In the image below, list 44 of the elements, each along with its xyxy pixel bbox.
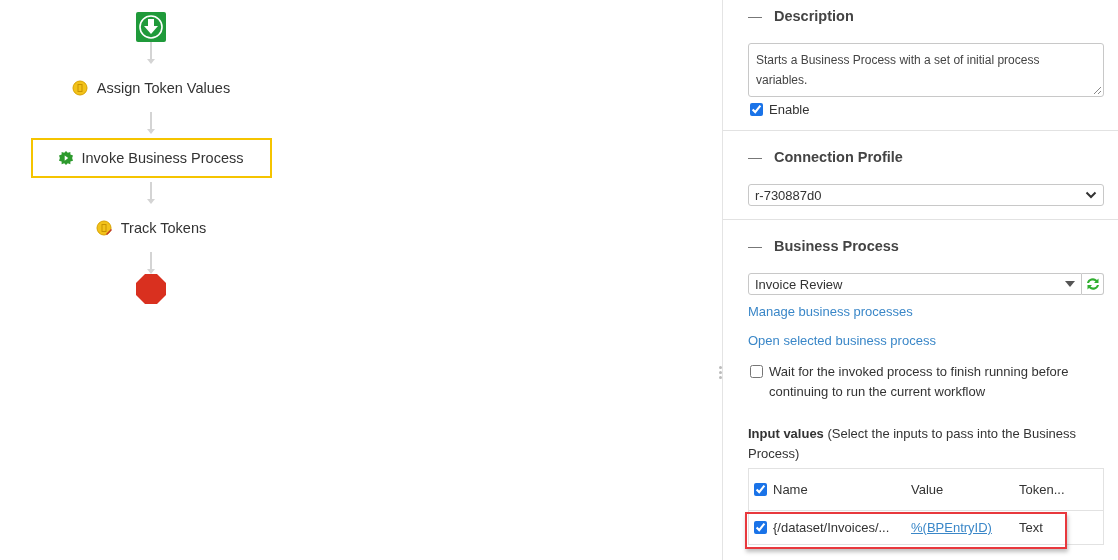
- connector-arrow: [147, 182, 155, 204]
- caret-down-icon: [1065, 281, 1075, 287]
- workflow-step[interactable]: Track Tokens: [67, 208, 235, 248]
- column-header: Name: [773, 482, 808, 497]
- refresh-button[interactable]: [1082, 273, 1104, 295]
- wait-checkbox[interactable]: [750, 365, 763, 378]
- step-label: Invoke Business Process: [81, 150, 244, 166]
- connector-arrow: [147, 112, 155, 134]
- column-header: Value: [911, 482, 944, 497]
- start-node-icon[interactable]: [136, 12, 166, 42]
- collapse-toggle[interactable]: —: [748, 149, 762, 165]
- resize-handle-icon[interactable]: [1093, 86, 1101, 94]
- coin-icon: [71, 80, 88, 96]
- enable-checkbox[interactable]: [750, 103, 763, 116]
- stop-node-icon[interactable]: [136, 274, 166, 304]
- wait-label: Wait for the invoked process to finish running before continuing to run the current workflow: [769, 363, 1070, 401]
- section-title: Connection Profile: [774, 149, 903, 165]
- connector-arrow: [147, 42, 155, 64]
- coin-pencil-icon: [95, 220, 112, 236]
- refresh-icon: [1084, 276, 1101, 292]
- workflow-step[interactable]: Assign Token Values: [43, 68, 259, 108]
- section-title: Business Process: [774, 238, 899, 254]
- panel-link[interactable]: Open selected business process: [748, 333, 1104, 348]
- chevron-down-icon: [1085, 191, 1097, 199]
- business-process-dropdown[interactable]: Invoice Review: [748, 273, 1082, 295]
- step-label: Track Tokens: [120, 220, 207, 236]
- table-cell: Text: [1019, 520, 1043, 535]
- gear-play-icon: [58, 150, 73, 166]
- step-label: Assign Token Values: [96, 80, 231, 96]
- connection-profile-dropdown[interactable]: r-730887d0: [748, 184, 1104, 206]
- select-all-checkbox[interactable]: [754, 483, 767, 496]
- input-values-caption: Input values (Select the inputs to pass into the Business Process): [748, 425, 1078, 463]
- splitter-grip-icon[interactable]: [719, 366, 722, 379]
- row-checkbox[interactable]: [754, 521, 767, 534]
- collapse-toggle[interactable]: —: [748, 8, 762, 24]
- enable-label: Enable: [769, 102, 810, 117]
- table-cell: {/dataset/Invoices/...: [773, 520, 890, 535]
- section-title: Description: [774, 8, 854, 24]
- collapse-toggle[interactable]: —: [748, 238, 762, 254]
- token-link[interactable]: %(BPEntryID): [911, 520, 992, 535]
- description-field[interactable]: Starts a Business Process with a set of initial process variables.: [748, 43, 1104, 97]
- column-header: Token...: [1019, 482, 1065, 497]
- workflow-step[interactable]: Invoke Business Process: [30, 138, 272, 178]
- panel-link[interactable]: Manage business processes: [748, 304, 1104, 319]
